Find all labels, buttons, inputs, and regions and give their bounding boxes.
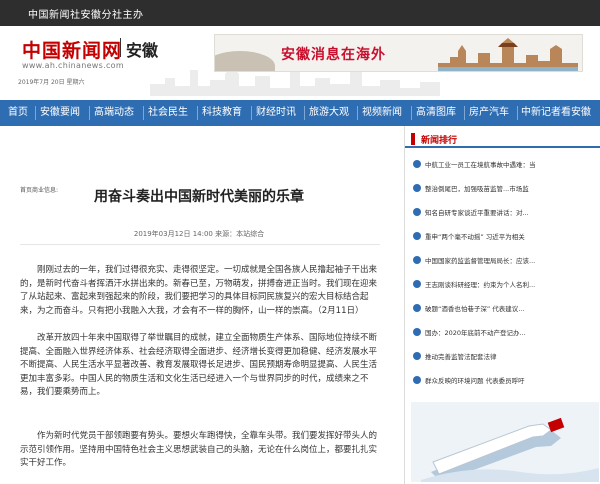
bullet-icon <box>413 376 421 384</box>
nav-separator <box>304 106 305 120</box>
nav-separator <box>143 106 144 120</box>
nav-item-reporters[interactable]: 中新记者看安徽 <box>521 100 591 126</box>
bullet-icon <box>413 304 421 312</box>
bullet-icon <box>413 208 421 216</box>
banner-cityscape-image <box>438 37 578 71</box>
ranking-item[interactable]: 中航工业一员工在境航事故中遇难：当 <box>405 154 600 174</box>
sidebar-ad-image[interactable] <box>411 402 599 482</box>
main-nav: 首页 安徽要闻 高端动态 社会民生 科技教育 财经时讯 旅游大观 视频新闻 高清… <box>0 100 600 126</box>
nav-separator <box>197 106 198 120</box>
ranking-item[interactable]: 破题“酒香也怕巷子深” 代表建议... <box>405 298 600 318</box>
ranking-item-link[interactable]: 破题“酒香也怕巷子深” 代表建议... <box>425 303 595 313</box>
ranking-item-link[interactable]: 中航工业一员工在境航事故中遇难：当 <box>425 159 595 169</box>
nav-item-tech-edu[interactable]: 科技教育 <box>202 100 242 126</box>
sidebar-title: 新闻排行 <box>421 136 458 146</box>
sidebar-header: 新闻排行 <box>405 130 600 148</box>
article-title: 用奋斗奏出中国新时代美丽的乐章 <box>94 189 304 205</box>
nav-item-anhui-news[interactable]: 安徽要闻 <box>40 100 80 126</box>
nav-item-travel[interactable]: 旅游大观 <box>309 100 349 126</box>
promo-banner[interactable]: 安徽消息在海外 <box>214 34 583 72</box>
article-paragraph: 作为新时代党员干部领跑要有势头。要想火车跑得快，全靠车头带。我们要发挥好带头人的… <box>20 431 378 468</box>
article-divider <box>20 244 380 245</box>
ranking-item-link[interactable]: 推动完善监管法配套法律 <box>425 351 595 361</box>
current-date: 2019年7月 20日 星期六 <box>18 79 85 86</box>
nav-separator <box>517 106 518 120</box>
banner-hill-decoration <box>215 51 275 71</box>
wine-bottle-illustration <box>411 402 599 482</box>
bullet-icon <box>413 328 421 336</box>
ranking-item[interactable]: 国办：2020年底前不动产登记办... <box>405 322 600 342</box>
ranking-item[interactable]: 王志刚谈科研经理：约束为个人名利... <box>405 274 600 294</box>
bullet-icon <box>413 184 421 192</box>
nav-separator <box>35 106 36 120</box>
nav-item-home[interactable]: 首页 <box>8 100 28 126</box>
ranking-item[interactable]: 知名自研专家谈近平重要讲话：对... <box>405 202 600 222</box>
nav-separator <box>464 106 465 120</box>
nav-separator <box>357 106 358 120</box>
bullet-icon <box>413 160 421 168</box>
ranking-item[interactable]: 重申“两个毫不动摇” 习近平为相关 <box>405 226 600 246</box>
nav-item-gallery[interactable]: 高清图库 <box>416 100 456 126</box>
article-main: 首页商业信息: 用奋斗奏出中国新时代美丽的乐章 2019年03月12日 14:0… <box>0 126 398 484</box>
nav-item-video[interactable]: 视频新闻 <box>362 100 402 126</box>
site-tagline: 中国新闻社安徽分社主办 <box>28 10 144 21</box>
article-meta: 2019年03月12日 14:00 来源：本站综合 <box>133 230 265 238</box>
article-paragraph: 刚刚过去的一年，我们过得很充实、走得很坚定。一切成就是全国各族人民撸起袖子干出来… <box>20 265 378 316</box>
heading-marker-icon <box>411 133 415 145</box>
nav-separator <box>251 106 252 120</box>
logo-divider <box>120 38 121 57</box>
bullet-icon <box>413 280 421 288</box>
nav-item-livelihood[interactable]: 社会民生 <box>148 100 188 126</box>
site-logo[interactable]: 中国新闻网 <box>22 36 122 63</box>
top-bar: 中国新闻社安徽分社主办 <box>0 0 600 26</box>
bullet-icon <box>413 352 421 360</box>
ranking-item-link[interactable]: 群众反映的环境问题 代表委员呼吁 <box>425 375 595 385</box>
ranking-item[interactable]: 中国国家药监监督管理局局长：应该... <box>405 250 600 270</box>
ranking-item-link[interactable]: 整治倒尾巴，加强吸苗监管...市场监 <box>425 183 595 193</box>
site-url: www.ah.chinanews.com <box>22 61 124 70</box>
ranking-item-link[interactable]: 中国国家药监监督管理局局长：应该... <box>425 255 595 265</box>
ranking-item[interactable]: 整治倒尾巴，加强吸苗监管...市场监 <box>405 178 600 198</box>
ranking-item-link[interactable]: 国办：2020年底前不动产登记办... <box>425 327 595 337</box>
ranking-item[interactable]: 群众反映的环境问题 代表委员呼吁 <box>405 370 600 390</box>
bullet-icon <box>413 232 421 240</box>
nav-separator <box>411 106 412 120</box>
ranking-item-link[interactable]: 王志刚谈科研经理：约束为个人名利... <box>425 279 595 289</box>
nav-item-high-end[interactable]: 高端动态 <box>94 100 134 126</box>
ranking-item-link[interactable]: 知名自研专家谈近平重要讲话：对... <box>425 207 595 217</box>
article-paragraph: 改革开放四十年来中国取得了举世瞩目的成就，建立全面物质生产体系、国际地位持续不断… <box>20 333 378 397</box>
ranking-item[interactable]: 推动完善监管法配套法律 <box>405 346 600 366</box>
region-name: 安徽 <box>126 41 159 60</box>
nav-item-finance[interactable]: 财经时讯 <box>256 100 296 126</box>
site-header: 中国新闻网 安徽 www.ah.chinanews.com 2019年7月 20… <box>0 26 600 96</box>
nav-separator <box>89 106 90 120</box>
ranking-item-link[interactable]: 重申“两个毫不动摇” 习近平为相关 <box>425 231 595 241</box>
news-ranking-sidebar: 新闻排行 中航工业一员工在境航事故中遇难：当 整治倒尾巴，加强吸苗监管...市场… <box>404 126 600 484</box>
nav-item-property-auto[interactable]: 房产汽车 <box>469 100 509 126</box>
banner-text: 安徽消息在海外 <box>281 47 386 63</box>
bullet-icon <box>413 256 421 264</box>
